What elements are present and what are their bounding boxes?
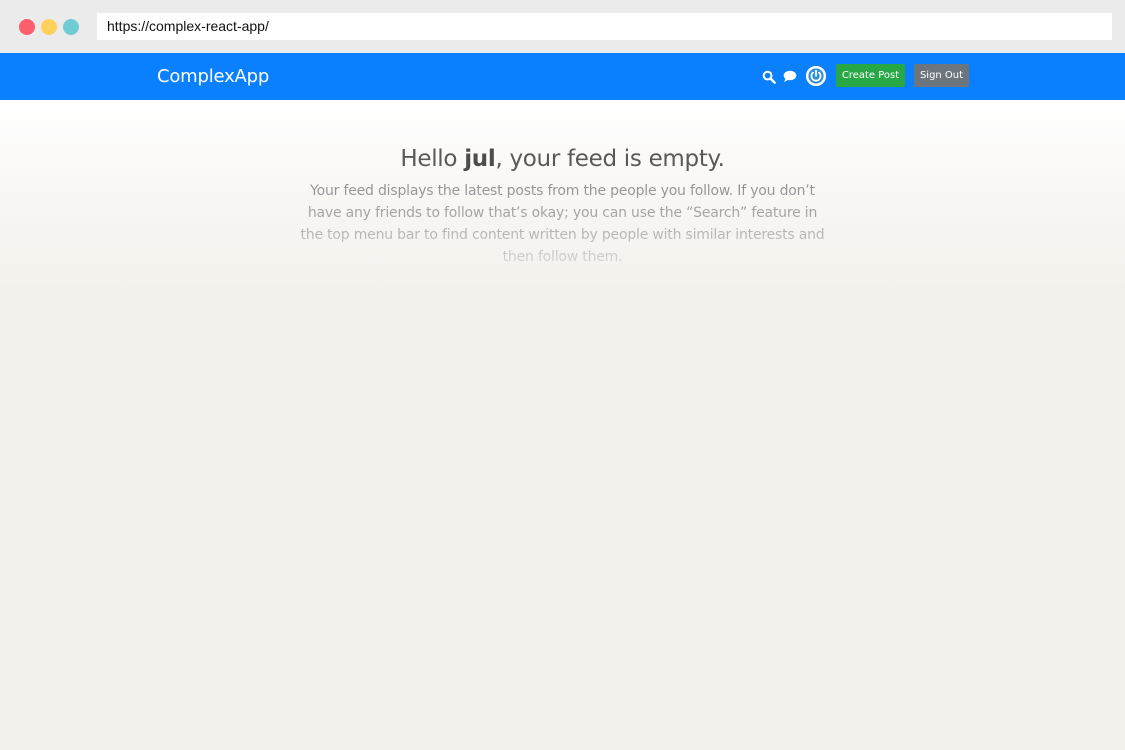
maximize-window-dot[interactable]	[63, 19, 79, 35]
address-bar[interactable]: https://complex-react-app/	[97, 13, 1112, 40]
close-window-dot[interactable]	[19, 19, 35, 35]
search-icon[interactable]	[762, 70, 776, 84]
username: jul	[464, 146, 496, 172]
browser-window: https://complex-react-app/ ComplexApp Cr…	[0, 0, 1125, 750]
empty-feed-description: Your feed displays the latest posts from…	[300, 180, 825, 268]
power-icon	[806, 66, 826, 86]
chat-icon[interactable]	[783, 70, 797, 83]
minimize-window-dot[interactable]	[41, 19, 57, 35]
sign-out-button[interactable]: Sign Out	[914, 64, 969, 87]
greeting-prefix: Hello	[400, 146, 465, 172]
greeting-suffix: , your feed is empty.	[495, 146, 725, 172]
app-header: ComplexApp Create Post Sign Out	[0, 53, 1125, 100]
avatar[interactable]	[806, 66, 826, 86]
brand-logo-link[interactable]: ComplexApp	[157, 53, 269, 100]
create-post-button[interactable]: Create Post	[836, 64, 905, 87]
browser-chrome: https://complex-react-app/	[0, 0, 1125, 53]
main-content: Hello jul, your feed is empty. Your feed…	[0, 100, 1125, 750]
empty-feed-heading: Hello jul, your feed is empty.	[0, 146, 1125, 172]
